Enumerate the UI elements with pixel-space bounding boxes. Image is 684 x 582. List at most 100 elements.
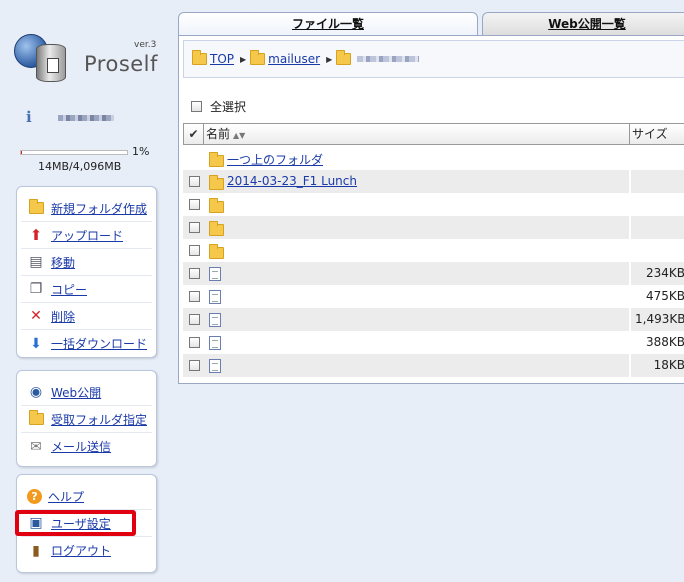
table-row[interactable]: 475KB [183, 285, 684, 308]
folder-icon [209, 198, 224, 213]
breadcrumb-mailuser-link[interactable]: mailuser [268, 52, 320, 66]
column-size[interactable]: サイズ [632, 124, 668, 144]
user-settings-highlight-box [15, 510, 136, 536]
logout-icon: ▮ [32, 542, 40, 559]
menu-move[interactable]: ▤ 移動 [21, 249, 152, 276]
column-divider [629, 308, 631, 331]
breadcrumb: TOP ▶ mailuser ▶ [183, 40, 684, 78]
send-mail-link[interactable]: メール送信 [51, 438, 111, 455]
parent-folder-link[interactable]: 一つ上のフォルダ [227, 153, 323, 167]
file-list-panel: TOP ▶ mailuser ▶ 全選択 ✔ 名前 ▲▼ サイズ 一つ上のフォルダ… [178, 35, 684, 384]
web-publish-link[interactable]: Web公開 [51, 384, 101, 401]
logout-link[interactable]: ログアウト [51, 542, 111, 559]
row-checkbox[interactable] [189, 291, 200, 302]
menu-web-publish[interactable]: ◉ Web公開 [21, 379, 152, 406]
file-icon [209, 313, 221, 327]
delete-icon: ✕ [30, 308, 42, 324]
masked-folder-name [357, 56, 420, 62]
table-row[interactable]: 2014-03-23_F1 Lunch [183, 170, 684, 193]
row-checkbox[interactable] [189, 176, 200, 187]
quota-usage: 14MB/4,096MB [38, 160, 122, 173]
user-name-masked [58, 115, 114, 121]
tab-web-publish-list[interactable]: Web公開一覧 [482, 12, 684, 36]
column-divider [629, 354, 631, 377]
new-folder-icon [27, 199, 45, 216]
table-row[interactable]: 1,493KB [183, 308, 684, 331]
receive-folder-icon [27, 410, 45, 427]
row-size: 234KB [645, 266, 684, 280]
table-row[interactable] [183, 216, 684, 239]
column-name-label: 名前 [206, 127, 231, 141]
menu-send-mail[interactable]: ✉ メール送信 [21, 433, 152, 460]
chevron-right-icon: ▶ [240, 54, 247, 64]
row-size: 475KB [645, 289, 684, 303]
web-operations-panel: ◉ Web公開 受取フォルダ指定 ✉ メール送信 [16, 370, 157, 467]
move-link[interactable]: 移動 [51, 254, 75, 271]
menu-delete[interactable]: ✕ 削除 [21, 303, 152, 330]
column-divider [629, 170, 631, 193]
table-row[interactable]: 388KB [183, 331, 684, 354]
breadcrumb-current [336, 50, 420, 65]
row-checkbox[interactable] [189, 337, 200, 348]
table-row[interactable] [183, 193, 684, 216]
file-icon [209, 290, 221, 304]
folder-icon [336, 50, 352, 65]
row-checkbox[interactable] [189, 199, 200, 210]
breadcrumb-top[interactable]: TOP [192, 50, 234, 66]
version-label: ver.3 [134, 40, 157, 50]
receive-folder-link[interactable]: 受取フォルダ指定 [51, 411, 147, 428]
tab-file-list[interactable]: ファイル一覧 [178, 12, 478, 36]
menu-help[interactable]: ? ヘルプ [21, 483, 152, 510]
help-link[interactable]: ヘルプ [48, 488, 84, 505]
breadcrumb-top-link[interactable]: TOP [210, 52, 234, 66]
column-divider [629, 239, 631, 262]
column-name[interactable]: 名前 ▲▼ [206, 124, 630, 144]
row-checkbox[interactable] [189, 314, 200, 325]
check-column-icon: ✔ [184, 124, 204, 144]
row-size: 1,493KB [635, 312, 684, 326]
folder-icon [250, 50, 266, 65]
row-checkbox[interactable] [189, 245, 200, 256]
menu-bulk-download[interactable]: ⬇ 一括ダウンロード [21, 330, 152, 357]
table-row[interactable] [183, 239, 684, 262]
row-checkbox[interactable] [189, 222, 200, 233]
move-icon: ▤ [29, 254, 43, 270]
quota-bar [20, 150, 128, 155]
parent-folder-row[interactable]: 一つ上のフォルダ [183, 147, 684, 170]
globe-icon: ◉ [29, 384, 43, 400]
column-divider [629, 262, 631, 285]
mail-icon: ✉ [30, 438, 42, 455]
proself-logo: ver.3 Proself [14, 30, 164, 90]
chevron-right-icon: ▶ [326, 54, 333, 64]
file-icon [209, 267, 221, 281]
row-name-link[interactable]: 2014-03-23_F1 Lunch [227, 174, 357, 188]
help-icon: ? [27, 488, 42, 504]
menu-new-folder[interactable]: 新規フォルダ作成 [21, 195, 152, 222]
new-folder-link[interactable]: 新規フォルダ作成 [51, 200, 147, 217]
folder-icon [209, 152, 224, 167]
copy-link[interactable]: コピー [51, 281, 87, 298]
column-divider [629, 331, 631, 354]
menu-receive-folder[interactable]: 受取フォルダ指定 [21, 406, 152, 433]
breadcrumb-mailuser[interactable]: mailuser [250, 50, 320, 66]
row-size: 18KB [653, 358, 684, 372]
bulk-download-link[interactable]: 一括ダウンロード [51, 335, 147, 352]
select-all-checkbox[interactable] [191, 101, 202, 112]
row-checkbox[interactable] [189, 360, 200, 371]
column-divider [629, 193, 631, 216]
info-icon: ℹ [26, 108, 32, 126]
table-row[interactable]: 234KB [183, 262, 684, 285]
delete-link[interactable]: 削除 [51, 308, 75, 325]
menu-copy[interactable]: ❐ コピー [21, 276, 152, 303]
sort-arrows-icon[interactable]: ▲▼ [233, 131, 245, 140]
app-name: Proself [84, 52, 158, 76]
bulk-download-icon: ⬇ [30, 335, 42, 352]
upload-link[interactable]: アップロード [51, 227, 123, 244]
tab-bar: ファイル一覧 Web公開一覧 [178, 12, 684, 36]
select-all[interactable]: 全選択 [191, 98, 246, 115]
menu-logout[interactable]: ▮ ログアウト [21, 537, 152, 564]
row-checkbox[interactable] [189, 268, 200, 279]
table-row[interactable]: 18KB [183, 354, 684, 377]
menu-upload[interactable]: ⬆ アップロード [21, 222, 152, 249]
folder-icon [192, 50, 207, 65]
